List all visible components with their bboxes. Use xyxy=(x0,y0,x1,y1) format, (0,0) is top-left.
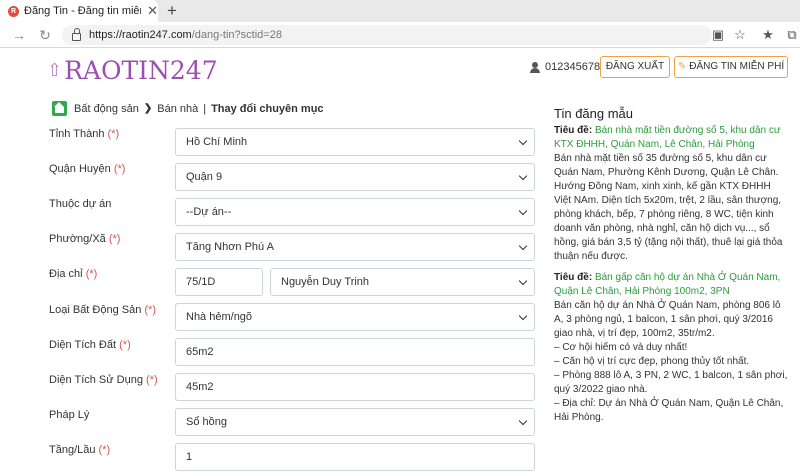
address-bar[interactable]: https://raotin247.com/dang-tin?sctid=28 xyxy=(62,25,712,45)
reload-icon[interactable]: ↻ xyxy=(36,26,54,44)
floors-label: Tầng/Lầu (*) xyxy=(49,444,111,456)
logo-arrow-icon: ⇧ xyxy=(47,60,63,81)
chevron-down-icon xyxy=(518,311,528,321)
user-info[interactable]: 0123456789 xyxy=(530,61,606,73)
browser-tab[interactable]: R Đăng Tin - Đăng tin miễn phí Tố ✕ xyxy=(0,0,158,22)
tab-title: Đăng Tin - Đăng tin miễn phí Tố xyxy=(24,5,141,17)
district-label: Quận Huyện (*) xyxy=(49,163,126,175)
breadcrumb: Bất động sản ❯ Bán nhà | Thay đổi chuyên… xyxy=(52,101,324,116)
favorites-icon[interactable]: ★ xyxy=(760,27,776,43)
user-phone: 0123456789 xyxy=(545,61,607,73)
back-arrow-icon[interactable]: → xyxy=(10,26,28,44)
province-label: Tỉnh Thành (*) xyxy=(49,128,120,140)
chevron-down-icon xyxy=(518,171,528,181)
post-free-label: ĐĂNG TIN MIỄN PHÍ xyxy=(689,61,785,72)
user-icon xyxy=(530,61,540,73)
url-path: /dang-tin?sctid=28 xyxy=(191,29,282,41)
breadcrumb-item-real-estate[interactable]: Bất động sản xyxy=(74,103,139,115)
floors-input[interactable]: 1 xyxy=(175,443,535,471)
logo-text: RAOTIN247 xyxy=(64,56,218,85)
project-label: Thuộc dự án xyxy=(49,198,112,210)
lock-icon xyxy=(72,27,81,41)
change-category-link[interactable]: Thay đổi chuyên mục xyxy=(211,103,323,115)
close-tab-icon[interactable]: ✕ xyxy=(147,3,158,19)
pencil-icon: ✎ xyxy=(677,61,687,72)
province-select[interactable]: Hồ Chí Minh xyxy=(175,128,535,156)
browser-toolbar: → ↻ https://raotin247.com/dang-tin?sctid… xyxy=(0,22,800,48)
sample-listing-2-line: Bán căn hộ dự án Nhà Ở Quán Nam, phòng 8… xyxy=(554,300,781,339)
chevron-down-icon xyxy=(518,241,528,251)
property-type-label: Loại Bất Động Sản (*) xyxy=(49,304,157,316)
chevron-down-icon xyxy=(518,276,528,286)
breadcrumb-item-house-sale[interactable]: Bán nhà xyxy=(157,103,198,115)
read-aloud-icon[interactable]: ▣ xyxy=(710,27,726,43)
logout-button[interactable]: ĐĂNG XUẤT xyxy=(600,56,670,78)
chevron-down-icon xyxy=(518,136,528,146)
site-favicon-icon: R xyxy=(8,5,19,17)
chevron-right-icon: ❯ xyxy=(143,103,153,114)
sample-listing-2-line: – Phòng 888 lô A, 3 PN, 2 WC, 1 balcon, … xyxy=(554,370,788,395)
new-tab-button[interactable]: + xyxy=(162,1,182,21)
sample-listing-2: Tiêu đề: Bán gấp căn hộ dự án Nhà Ở Quán… xyxy=(554,271,790,425)
url-domain: https://raotin247.com xyxy=(89,29,192,41)
ward-label: Phường/Xã (*) xyxy=(49,233,121,245)
post-free-button[interactable]: ✎ ĐĂNG TIN MIỄN PHÍ xyxy=(674,56,788,78)
sample-listings: Tin đăng mẫu Tiêu đề: Bán nhà mặt tiền đ… xyxy=(554,107,790,432)
chevron-down-icon xyxy=(518,416,528,426)
browser-tab-bar: R Đăng Tin - Đăng tin miễn phí Tố ✕ + xyxy=(0,0,800,22)
sample-listing-1-body: Bán nhà mặt tiền số 35 đường số 5, khu d… xyxy=(554,153,783,262)
home-icon[interactable] xyxy=(52,101,67,116)
sample-listing-2-line: – Cơ hội hiếm có và duy nhất! xyxy=(554,342,688,353)
address-label: Địa chỉ (*) xyxy=(49,268,98,280)
breadcrumb-divider: | xyxy=(203,102,207,115)
sample-listing-1: Tiêu đề: Bán nhà mặt tiền đường số 5, kh… xyxy=(554,124,790,264)
district-select[interactable]: Quận 9 xyxy=(175,163,535,191)
legal-select[interactable]: Sổ hồng xyxy=(175,408,535,436)
usable-area-label: Diện Tích Sử Dụng (*) xyxy=(49,374,158,386)
usable-area-input[interactable]: 45m2 xyxy=(175,373,535,401)
property-type-select[interactable]: Nhà hẻm/ngõ xyxy=(175,303,535,331)
sample-listing-2-line: – Căn hộ vị trí cực đẹp, phong thủy tốt … xyxy=(554,356,750,367)
sample-listing-2-line: – Địa chỉ: Dự án Nhà Ở Quán Nam, Quận Lê… xyxy=(554,398,784,423)
house-number-input[interactable]: 75/1D xyxy=(175,268,263,296)
add-favorite-icon[interactable]: ☆ xyxy=(732,27,748,43)
collections-icon[interactable]: ⧉ xyxy=(784,27,800,43)
street-select[interactable]: Nguyễn Duy Trinh xyxy=(270,268,535,296)
project-select[interactable]: --Dự án-- xyxy=(175,198,535,226)
land-area-input[interactable]: 65m2 xyxy=(175,338,535,366)
ward-select[interactable]: Tăng Nhơn Phú A xyxy=(175,233,535,261)
land-area-label: Diện Tích Đất (*) xyxy=(49,339,131,351)
chevron-down-icon xyxy=(518,206,528,216)
site-logo[interactable]: ⇧ RAOTIN247 xyxy=(47,56,218,85)
sample-listings-title: Tin đăng mẫu xyxy=(554,106,634,121)
legal-label: Pháp Lý xyxy=(49,409,90,421)
